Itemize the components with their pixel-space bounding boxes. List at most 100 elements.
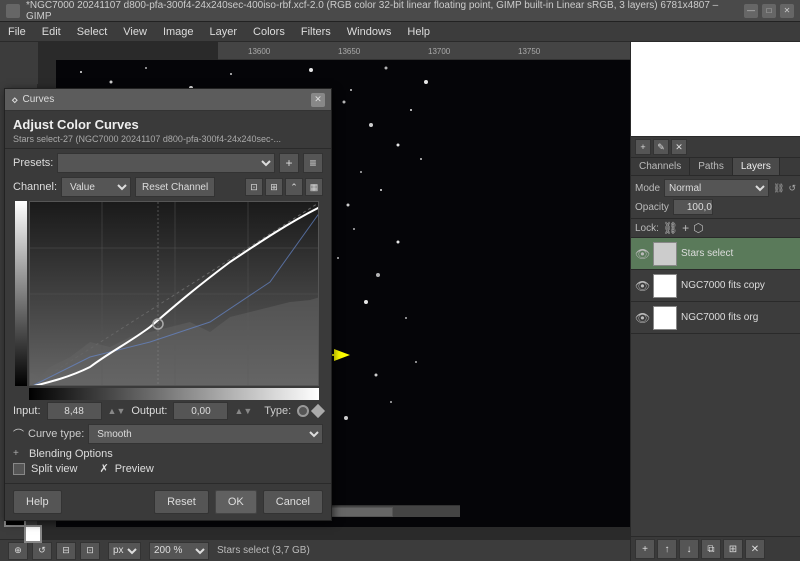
opacity-row: Opacity — [635, 199, 796, 215]
menu-edit[interactable]: Edit — [38, 25, 65, 39]
layer-item-stars-select[interactable]: 👁 Stars select — [631, 238, 800, 270]
status-tool-1[interactable]: ⊕ — [8, 542, 28, 560]
input-label: Input: — [13, 405, 41, 417]
curves-body: Presets: + ≡ Channel: Value Reset Channe… — [5, 149, 331, 483]
menu-file[interactable]: File — [4, 25, 30, 39]
app-icon — [6, 4, 20, 18]
reset-channel-button[interactable]: Reset Channel — [135, 177, 215, 197]
menu-select[interactable]: Select — [73, 25, 112, 39]
maximize-button[interactable]: □ — [762, 4, 776, 18]
mode-refresh-icon[interactable]: ↺ — [788, 183, 796, 194]
mode-select[interactable]: Normal — [664, 179, 769, 197]
svg-text:13650: 13650 — [338, 47, 361, 56]
split-view-checkbox[interactable] — [13, 463, 25, 475]
panel-tool-icons: + ✎ ✕ — [631, 137, 800, 158]
window-title: *NGC7000 20241107 d800-pfa-300f4-24x240s… — [26, 0, 744, 22]
status-tool-4[interactable]: ⊡ — [80, 542, 100, 560]
type-radio-group — [297, 405, 323, 417]
presets-menu-button[interactable]: ≡ — [303, 153, 323, 173]
opacity-input[interactable] — [673, 199, 713, 215]
curve-type-text-label: Curve type: — [28, 428, 84, 440]
layer-thumb-2 — [653, 306, 677, 330]
layer-thumb-0 — [653, 242, 677, 266]
raise-layer-button[interactable]: ↑ — [657, 539, 677, 559]
curve-icon[interactable]: ⌃ — [285, 178, 303, 196]
menu-layer[interactable]: Layer — [206, 25, 242, 39]
menu-help[interactable]: Help — [403, 25, 434, 39]
close-button[interactable]: ✕ — [780, 4, 794, 18]
reset-button[interactable]: Reset — [154, 490, 209, 514]
layer-eye-icon-0[interactable]: 👁 — [635, 247, 649, 261]
menu-filters[interactable]: Filters — [297, 25, 335, 39]
curve-canvas[interactable] — [29, 201, 319, 386]
curve-container — [29, 201, 323, 386]
dialog-buttons: Help Reset OK Cancel — [5, 483, 331, 520]
expand-icon[interactable]: + — [13, 448, 25, 460]
duplicate-layer-button[interactable]: ⧉ — [701, 539, 721, 559]
help-button[interactable]: Help — [13, 490, 62, 514]
edit-channel-icon[interactable]: ✎ — [653, 139, 669, 155]
presets-select[interactable] — [57, 153, 275, 173]
log-icon[interactable]: ⊞ — [265, 178, 283, 196]
menu-colors[interactable]: Colors — [249, 25, 289, 39]
preview-row: Split view ✗ Preview — [13, 462, 323, 475]
background-color[interactable] — [24, 525, 42, 543]
curves-close-button[interactable]: ✕ — [311, 93, 325, 107]
status-tool-2[interactable]: ↺ — [32, 542, 52, 560]
layer-name-1: NGC7000 fits copy — [681, 280, 796, 291]
zoom-select[interactable]: 200 % — [149, 542, 209, 560]
ok-button[interactable]: OK — [215, 490, 257, 514]
curves-layer-name: Stars select-27 (NGC7000 20241107 d800-p… — [13, 134, 323, 144]
lock-label: Lock: — [635, 223, 659, 234]
presets-row: Presets: + ≡ — [13, 153, 323, 173]
presets-add-button[interactable]: + — [279, 153, 299, 173]
layer-name-2: NGC7000 fits org — [681, 312, 796, 323]
layer-eye-icon-1[interactable]: 👁 — [635, 279, 649, 293]
merge-layer-button[interactable]: ⊞ — [723, 539, 743, 559]
ruler-top: 13600 13650 13700 13750 — [218, 42, 630, 60]
menu-view[interactable]: View — [119, 25, 151, 39]
mode-chain-icon[interactable]: ⛓ — [773, 183, 784, 194]
mode-row: Mode Normal ⛓ ↺ — [635, 179, 796, 197]
layer-item-ngc7000-org[interactable]: 👁 NGC7000 fits org — [631, 302, 800, 334]
curves-dialog-heading: Adjust Color Curves — [13, 117, 323, 132]
curve-type-label: ⌒ — [13, 426, 24, 442]
layer-item-ngc7000-copy[interactable]: 👁 NGC7000 fits copy — [631, 270, 800, 302]
new-layer-button[interactable]: + — [635, 539, 655, 559]
lock-position-icon[interactable]: ⛓ — [663, 221, 678, 235]
layer-list: 👁 Stars select 👁 NGC7000 fits copy 👁 NGC… — [631, 238, 800, 536]
histogram-icon[interactable]: ▦ — [305, 178, 323, 196]
type-circle-radio[interactable] — [297, 405, 309, 417]
linear-icon[interactable]: ⊡ — [245, 178, 263, 196]
menu-image[interactable]: Image — [159, 25, 198, 39]
minimize-button[interactable]: — — [744, 4, 758, 18]
layer-eye-icon-2[interactable]: 👁 — [635, 311, 649, 325]
tab-layers[interactable]: Layers — [733, 158, 780, 175]
lock-pixel-icon[interactable]: + — [682, 221, 689, 235]
channel-select[interactable]: Value — [61, 177, 131, 197]
menu-windows[interactable]: Windows — [343, 25, 396, 39]
delete-layer-button[interactable]: ✕ — [745, 539, 765, 559]
status-tool-3[interactable]: ⊟ — [56, 542, 76, 560]
lower-layer-button[interactable]: ↓ — [679, 539, 699, 559]
blending-row: + Blending Options — [13, 448, 323, 460]
del-channel-icon[interactable]: ✕ — [671, 139, 687, 155]
cancel-button[interactable]: Cancel — [263, 490, 323, 514]
unit-select[interactable]: px — [108, 542, 141, 560]
tab-paths[interactable]: Paths — [690, 158, 733, 175]
lock-alpha-icon[interactable]: ⬡ — [693, 221, 703, 235]
channel-icon-buttons: ⊡ ⊞ ⌃ ▦ — [245, 178, 323, 196]
tab-channels[interactable]: Channels — [631, 158, 690, 175]
layer-thumb-1 — [653, 274, 677, 298]
curve-gradient-bottom — [29, 388, 319, 400]
type-diamond-radio[interactable] — [311, 404, 325, 418]
curve-type-select[interactable]: Smooth — [88, 424, 323, 444]
curve-gradient-left — [15, 201, 27, 386]
panel-tabs: Channels Paths Layers — [631, 158, 800, 176]
new-channel-icon[interactable]: + — [635, 139, 651, 155]
output-value[interactable] — [173, 402, 228, 420]
x-mark: ✗ — [99, 462, 108, 475]
input-value[interactable] — [47, 402, 102, 420]
mode-label: Mode — [635, 183, 660, 194]
channel-label: Channel: — [13, 181, 57, 193]
